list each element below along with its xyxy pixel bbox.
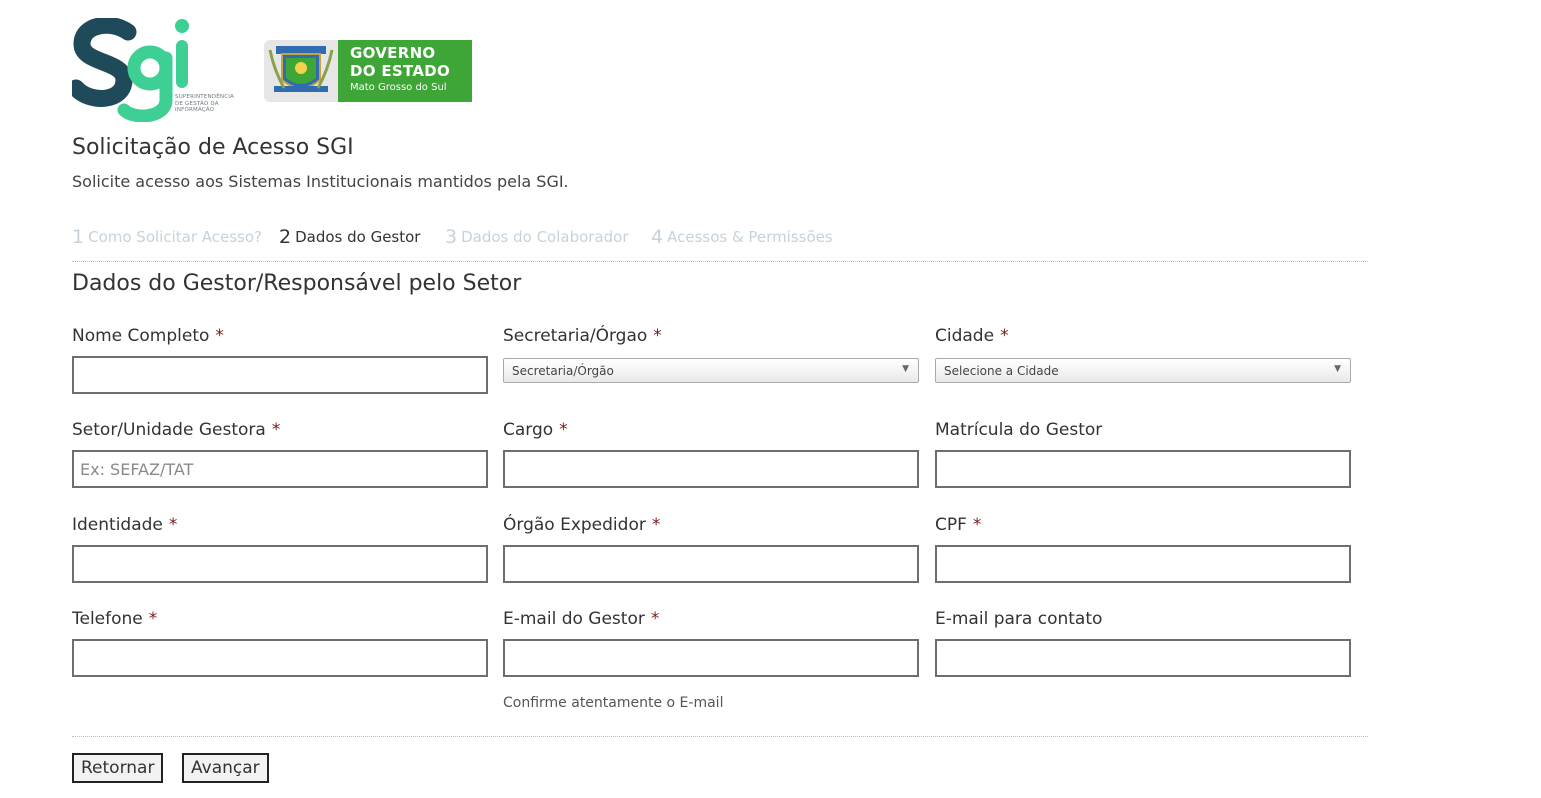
secretaria-label-text: Secretaria/Órgao: [503, 326, 648, 346]
required-marker: *: [653, 326, 662, 346]
section-title: Dados do Gestor/Responsável pelo Setor: [72, 271, 522, 296]
required-marker: *: [168, 515, 178, 535]
required-marker: *: [559, 420, 568, 440]
email-help-text: Confirme atentamente o E-mail: [503, 695, 724, 711]
email-contato-input[interactable]: [935, 639, 1351, 677]
next-button[interactable]: Avançar: [182, 753, 269, 783]
identidade-label-text: Identidade: [72, 515, 163, 535]
cidade-selected-value: Selecione a Cidade: [944, 364, 1059, 378]
matricula-label: Matrícula do Gestor: [935, 420, 1103, 440]
cpf-label: CPF *: [935, 515, 1351, 539]
required-marker: *: [651, 515, 661, 535]
field-nome-completo: Nome Completo *: [72, 326, 488, 394]
step-2-number: 2: [279, 226, 292, 248]
step-4[interactable]: 4 Acessos & Permissões: [651, 226, 833, 248]
dropdown-arrow-icon: ▼: [902, 364, 909, 374]
email-gestor-input[interactable]: [503, 639, 919, 677]
cpf-label-text: CPF: [935, 515, 967, 535]
sgi-subtitle: SUPERINTENDÊNCIA DE GESTÃO DA INFORMAÇÃO: [175, 94, 235, 113]
telefone-label: Telefone *: [72, 609, 488, 633]
secretaria-select[interactable]: Secretaria/Órgão ▼: [503, 358, 919, 383]
orgao-expedidor-label: Órgão Expedidor *: [503, 515, 919, 539]
wizard-steps: 1 Como Solicitar Acesso? 2 Dados do Gestor…: [72, 226, 1368, 252]
field-telefone: Telefone *: [72, 609, 488, 677]
required-marker: *: [271, 420, 281, 440]
cidade-label: Cidade *: [935, 326, 1351, 350]
gov-line-3: Mato Grosso do Sul: [350, 82, 447, 93]
step-2-label: Dados do Gestor: [295, 228, 421, 246]
divider-bottom: [72, 736, 1368, 737]
nome-completo-input[interactable]: [72, 356, 488, 394]
field-cidade: Cidade * Selecione a Cidade ▼: [935, 326, 1351, 383]
required-marker: *: [1000, 326, 1009, 346]
field-matricula: Matrícula do Gestor: [935, 420, 1351, 488]
field-setor: Setor/Unidade Gestora *: [72, 420, 488, 488]
page-title: Solicitação de Acesso SGI: [72, 135, 354, 160]
field-secretaria: Secretaria/Órgao * Secretaria/Órgão ▼: [503, 326, 919, 383]
telefone-input[interactable]: [72, 639, 488, 677]
field-cargo: Cargo *: [503, 420, 919, 488]
cidade-select[interactable]: Selecione a Cidade ▼: [935, 358, 1351, 383]
step-1-number: 1: [72, 226, 85, 248]
field-orgao-expedidor: Órgão Expedidor *: [503, 515, 919, 583]
dropdown-arrow-icon: ▼: [1334, 364, 1341, 374]
required-marker: *: [972, 515, 982, 535]
step-4-number: 4: [651, 226, 664, 248]
telefone-label-text: Telefone: [72, 609, 143, 629]
setor-label-text: Setor/Unidade Gestora: [72, 420, 266, 440]
step-2[interactable]: 2 Dados do Gestor: [279, 226, 420, 248]
setor-input[interactable]: [72, 450, 488, 488]
required-marker: *: [650, 609, 660, 629]
cargo-label: Cargo *: [503, 420, 919, 444]
header-logos: SUPERINTENDÊNCIA DE GESTÃO DA INFORMAÇÃO…: [72, 18, 492, 122]
gov-line-1: GOVERNO: [350, 44, 436, 62]
secretaria-selected-value: Secretaria/Órgão: [512, 364, 614, 378]
matricula-input[interactable]: [935, 450, 1351, 488]
step-3-number: 3: [445, 226, 458, 248]
field-cpf: CPF *: [935, 515, 1351, 583]
state-crest-icon: [264, 40, 338, 102]
step-4-label: Acessos & Permissões: [667, 228, 833, 246]
setor-label: Setor/Unidade Gestora *: [72, 420, 488, 444]
required-marker: *: [148, 609, 158, 629]
email-contato-label: E-mail para contato: [935, 609, 1103, 629]
page-subtitle: Solicite acesso aos Sistemas Institucion…: [72, 172, 569, 191]
email-gestor-label-text: E-mail do Gestor: [503, 609, 645, 629]
government-logo: GOVERNO DO ESTADO Mato Grosso do Sul: [264, 40, 472, 102]
nome-completo-label: Nome Completo *: [72, 326, 488, 350]
email-gestor-label: E-mail do Gestor *: [503, 609, 919, 633]
orgao-expedidor-label-text: Órgão Expedidor: [503, 515, 646, 535]
step-3-label: Dados do Colaborador: [461, 228, 629, 246]
identidade-input[interactable]: [72, 545, 488, 583]
cpf-input[interactable]: [935, 545, 1351, 583]
cidade-label-text: Cidade: [935, 326, 995, 346]
step-3[interactable]: 3 Dados do Colaborador: [445, 226, 629, 248]
field-email-gestor: E-mail do Gestor *: [503, 609, 919, 677]
back-button[interactable]: Retornar: [72, 753, 164, 783]
cargo-input[interactable]: [503, 450, 919, 488]
required-marker: *: [215, 326, 224, 346]
identidade-label: Identidade *: [72, 515, 488, 539]
divider-top: [72, 261, 1368, 262]
secretaria-label: Secretaria/Órgao *: [503, 326, 919, 350]
field-email-contato: E-mail para contato: [935, 609, 1351, 677]
cargo-label-text: Cargo: [503, 420, 554, 440]
gov-line-2: DO ESTADO: [350, 62, 451, 80]
government-banner: GOVERNO DO ESTADO Mato Grosso do Sul: [338, 40, 472, 102]
field-identidade: Identidade *: [72, 515, 488, 583]
nome-completo-label-text: Nome Completo: [72, 326, 210, 346]
step-1[interactable]: 1 Como Solicitar Acesso?: [72, 226, 262, 248]
step-1-label: Como Solicitar Acesso?: [88, 228, 262, 246]
orgao-expedidor-input[interactable]: [503, 545, 919, 583]
